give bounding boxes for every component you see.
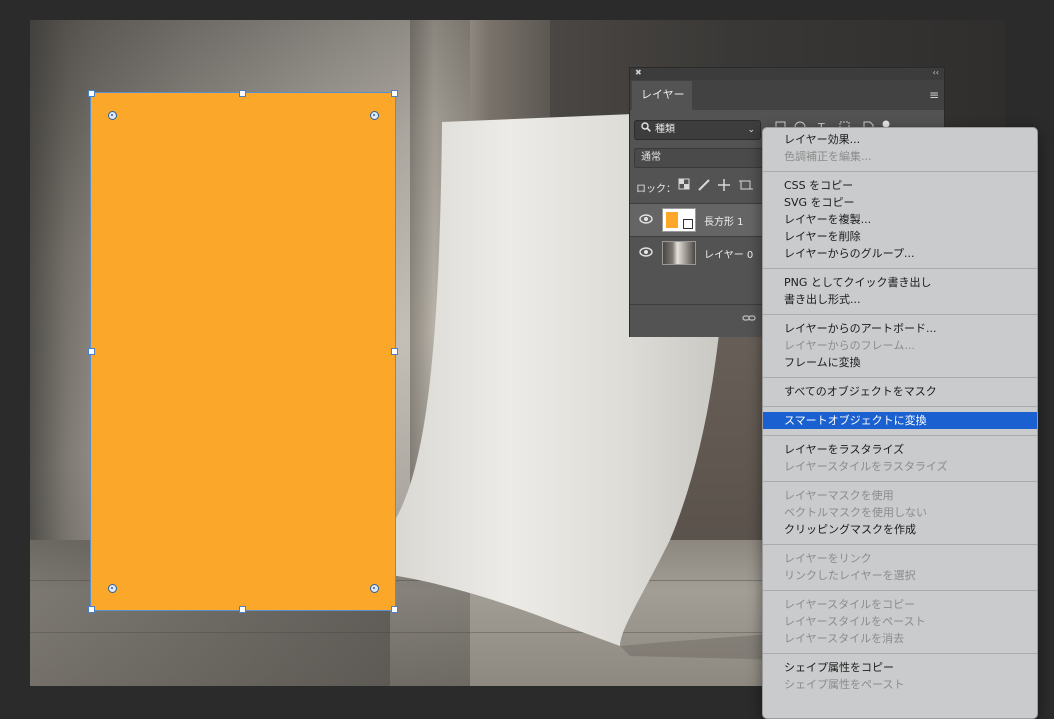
search-icon: [641, 121, 651, 139]
menu-item[interactable]: フレームに変換: [763, 354, 1037, 371]
layer-filter-select[interactable]: 種類 ⌄: [634, 120, 761, 140]
menu-item: レイヤースタイルをペースト: [784, 615, 926, 628]
menu-item: ベクトルマスクを使用しない: [784, 506, 927, 519]
lock-image-pixels-brush-icon[interactable]: [698, 179, 710, 191]
layer-name[interactable]: 長方形 1: [704, 213, 744, 228]
transform-handle-top[interactable]: [239, 90, 246, 97]
transform-handle-right[interactable]: [391, 348, 398, 355]
transform-handle-bottom-left[interactable]: [88, 606, 95, 613]
link-layers-icon[interactable]: [742, 313, 756, 326]
panel-tabbar: レイヤー ≡: [630, 80, 944, 110]
menu-separator: [763, 435, 1037, 436]
lock-icon-row: [678, 178, 758, 195]
tab-layers[interactable]: レイヤー: [632, 81, 692, 110]
menu-item[interactable]: レイヤーからのグループ...: [763, 245, 1037, 262]
menu-separator: [763, 314, 1037, 315]
menu-item[interactable]: スマートオブジェクトに変換: [763, 412, 1037, 429]
transform-handle-top-right[interactable]: [391, 90, 398, 97]
menu-item: レイヤースタイルをラスタライズ: [784, 460, 948, 473]
corner-radius-handle-top-right[interactable]: [370, 111, 379, 120]
menu-item[interactable]: クリッピングマスクを作成: [763, 521, 1037, 538]
menu-item: レイヤーマスクを使用: [784, 489, 894, 502]
menu-separator: [763, 171, 1037, 172]
menu-item[interactable]: SVG をコピー: [763, 194, 1037, 211]
menu-item[interactable]: シェイプ属性をコピー: [763, 659, 1037, 676]
corner-radius-handle-bottom-left[interactable]: [108, 584, 117, 593]
menu-separator: [763, 406, 1037, 407]
lock-transparent-pixels-icon[interactable]: [678, 178, 690, 190]
transform-handle-bottom-right[interactable]: [391, 606, 398, 613]
visibility-eye-icon[interactable]: [639, 246, 653, 260]
layer-context-menu: レイヤー効果... 色調補正を編集... CSS をコピー SVG をコピー レイヤーを…: [762, 127, 1038, 719]
collapse-panel-icon[interactable]: ‹‹: [933, 68, 939, 77]
corner-radius-handle-bottom-right[interactable]: [370, 584, 379, 593]
visibility-eye-icon[interactable]: [639, 213, 653, 227]
menu-separator: [763, 377, 1037, 378]
menu-item: 色調補正を編集...: [784, 150, 872, 163]
close-panel-icon[interactable]: ✖: [635, 68, 642, 77]
transform-handle-left[interactable]: [88, 348, 95, 355]
transform-handle-bottom[interactable]: [239, 606, 246, 613]
filter-type-label: 種類: [655, 124, 675, 135]
menu-item[interactable]: すべてのオブジェクトをマスク: [763, 383, 1037, 400]
rectangle-shape-layer[interactable]: [91, 93, 395, 610]
menu-item[interactable]: レイヤーを複製...: [763, 211, 1037, 228]
menu-item: レイヤースタイルを消去: [784, 632, 905, 645]
lock-position-move-icon[interactable]: [718, 179, 730, 191]
menu-item: レイヤーからのフレーム...: [784, 339, 915, 352]
menu-item: シェイプ属性をペースト: [784, 678, 905, 691]
menu-separator: [763, 544, 1037, 545]
menu-item: リンクしたレイヤーを選択: [784, 569, 916, 582]
layer-thumbnail-photo: [662, 241, 696, 265]
lock-artboard-icon[interactable]: [739, 180, 753, 190]
layer-thumbnail-shape: [662, 208, 696, 232]
menu-item[interactable]: CSS をコピー: [763, 177, 1037, 194]
panel-menu-icon[interactable]: ≡: [929, 88, 939, 102]
menu-item[interactable]: レイヤーを削除: [763, 228, 1037, 245]
menu-item: レイヤースタイルをコピー: [784, 598, 916, 611]
chevron-down-icon: ⌄: [747, 125, 755, 135]
panel-title-strip: ✖ ‹‹: [630, 68, 944, 80]
menu-separator: [763, 653, 1037, 654]
menu-item[interactable]: レイヤーをラスタライズ: [763, 441, 1037, 458]
context-menu-list: レイヤー効果... 色調補正を編集... CSS をコピー SVG をコピー レイヤーを…: [763, 128, 1037, 693]
menu-item: レイヤーをリンク: [784, 552, 872, 565]
corner-radius-handle-top-left[interactable]: [108, 111, 117, 120]
menu-item[interactable]: 書き出し形式...: [763, 291, 1037, 308]
transform-handle-top-left[interactable]: [88, 90, 95, 97]
menu-item[interactable]: レイヤーからのアートボード...: [763, 320, 1037, 337]
lock-label: ロック：: [636, 184, 676, 195]
layer-name[interactable]: レイヤー 0: [704, 246, 753, 261]
menu-item[interactable]: レイヤー効果...: [763, 131, 1037, 148]
menu-separator: [763, 268, 1037, 269]
menu-separator: [763, 481, 1037, 482]
blend-mode-select[interactable]: 通常: [634, 148, 776, 168]
menu-separator: [763, 590, 1037, 591]
menu-item[interactable]: PNG としてクイック書き出し: [763, 274, 1037, 291]
